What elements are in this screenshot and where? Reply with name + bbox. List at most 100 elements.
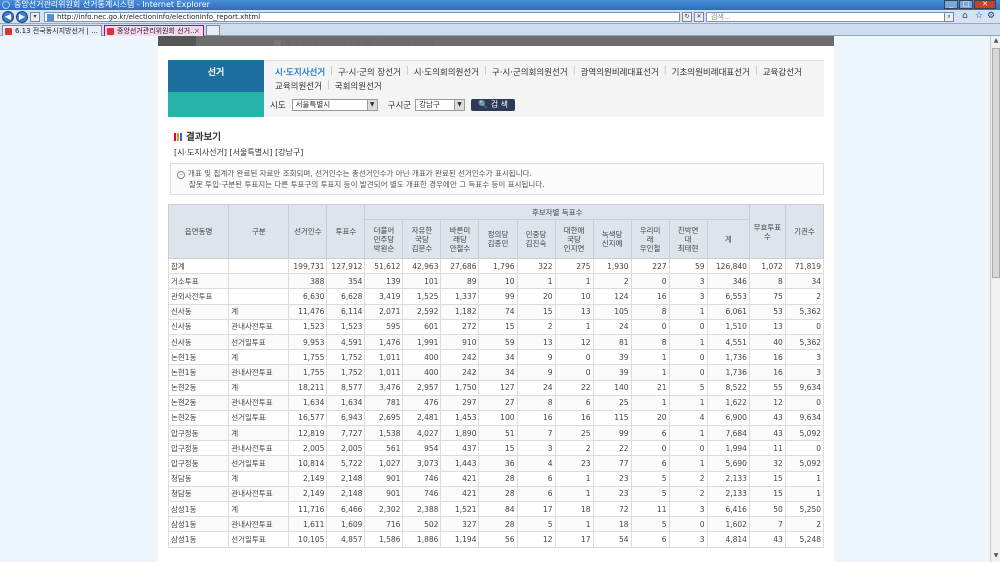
close-icon[interactable]: ✕ (974, 0, 996, 9)
cell-value: 39 (592, 364, 632, 381)
cell-value: 3 (668, 500, 708, 518)
cell-value: 140 (592, 379, 632, 396)
cell-value: 1,453 (440, 409, 480, 427)
th-electors: 선거인수 (288, 204, 328, 259)
maximize-icon[interactable]: □ (959, 0, 973, 9)
result-table-wrapper: 읍면동명 구분 선거인수 투표수 후보자별 득표수 무효투표수 기권수 더불어 민… (167, 204, 825, 548)
sido-select[interactable]: 서울특별시 ▼ (291, 99, 378, 111)
cell-value: 23 (592, 485, 632, 503)
forward-icon[interactable]: ▶ (16, 11, 28, 23)
cell-value: 8,522 (706, 379, 750, 396)
cell-value: 105 (592, 303, 632, 320)
gu-select[interactable]: 강남구 ▼ (415, 99, 466, 111)
cell-value: 5 (630, 470, 670, 487)
cell-value: 3,073 (402, 455, 442, 472)
cell-value: 2 (592, 273, 632, 290)
cell-value: 55 (748, 379, 786, 396)
cell-value: 81 (592, 333, 632, 351)
cell-value: 400 (402, 349, 442, 366)
cell-value: 17 (554, 531, 594, 548)
cell-gubun: 계 (228, 379, 290, 396)
menu-sido-council[interactable]: 시·도의회의원선거 (409, 66, 484, 78)
cell-value: 421 (440, 485, 480, 503)
cell-value: 11,476 (288, 303, 328, 320)
stop-icon[interactable]: ✕ (694, 12, 704, 22)
tools-icon[interactable]: ⚙ (987, 11, 995, 21)
cell-value: 1,523 (288, 318, 328, 335)
menu-metro-proportional[interactable]: 광역의원비례대표선거 (576, 66, 664, 78)
cell-value: 1,930 (592, 257, 632, 275)
search-icon[interactable]: ⌕ (944, 12, 954, 22)
cell-value: 56 (478, 531, 518, 548)
cell-value: 1,443 (440, 455, 480, 472)
cell-value: 910 (440, 333, 480, 351)
menu-local-proportional[interactable]: 기초의원비례대표선거 (667, 66, 755, 78)
dropdown-icon[interactable]: ▾ (30, 12, 40, 22)
cell-value: 13 (554, 303, 594, 320)
th-candidate-line: 우리미 (639, 225, 661, 235)
tab-nec[interactable]: 중앙선거관리위원회 선거... × (104, 25, 204, 36)
cell-dong: 관외사전투표 (167, 288, 230, 305)
cell-value: 199,731 (288, 257, 328, 275)
url-input[interactable]: http://info.nec.go.kr/electioninfo/elect… (44, 12, 680, 22)
cell-value: 6,061 (706, 303, 750, 320)
cell-value: 101 (402, 273, 442, 290)
cell-value: 0 (784, 440, 825, 457)
cell-value: 0 (630, 440, 670, 457)
home-icon[interactable]: ⌂ (962, 11, 968, 21)
cell-value: 51,612 (364, 257, 404, 275)
cell-value: 2,388 (402, 500, 442, 518)
menu-superintendent[interactable]: 교육감선거 (758, 66, 807, 78)
page-content: 제7회 전국동시지방선거 > 투·개표 > 개표단위별 개표결과 선거 시·도지… (158, 36, 834, 562)
cell-value: 11 (630, 500, 670, 518)
cell-dong: 청담동 (167, 470, 230, 487)
cell-value: 124 (592, 288, 632, 305)
scrollbar-thumb[interactable] (992, 48, 1000, 278)
cell-gubun: 선거일투표 (228, 333, 290, 351)
home-icon[interactable] (274, 39, 281, 46)
cell-value: 1,027 (364, 455, 404, 472)
cell-value: 17 (516, 500, 556, 518)
cell-gubun: 선거일투표 (228, 409, 290, 427)
cell-dong: 삼성1동 (167, 531, 230, 548)
minimize-icon[interactable]: _ (944, 0, 958, 9)
cell-value: 6,114 (326, 303, 366, 320)
menu-row-1: 시·도지사선거 | 구·시·군의 장선거 | 시·도의회의원선거 | 구·시·군의회의… (270, 66, 807, 78)
table-row: 삼성1동 선거일투표 10,105 4,857 1,586 1,886 1,194 56 12 1… (167, 531, 825, 548)
cell-value: 561 (364, 440, 404, 457)
menu-sido-governor[interactable]: 시·도지사선거 (270, 66, 330, 78)
cell-value: 3 (668, 273, 708, 290)
refresh-icon[interactable]: ↻ (682, 12, 692, 22)
cell-value: 21 (630, 379, 670, 396)
cell-value: 27,686 (440, 257, 480, 275)
search-input[interactable]: 검색... (706, 12, 954, 22)
cell-value: 5 (516, 516, 556, 533)
tab-election[interactable]: 6.13 전국동시지방선거 | ... (2, 25, 102, 36)
left-nav: 선거 (168, 60, 264, 117)
scroll-up-icon[interactable]: ▲ (992, 37, 1000, 46)
cell-value: 16 (516, 409, 556, 427)
search-button[interactable]: 🔍 검 색 (471, 99, 516, 111)
cell-value: 1,609 (326, 516, 366, 533)
cell-gubun (228, 288, 290, 305)
tab-close-icon[interactable]: × (194, 26, 200, 36)
scrollbar[interactable]: ▲ ▼ (990, 36, 1000, 562)
favorites-icon[interactable]: ☆ (975, 11, 983, 21)
menu-national-assembly[interactable]: 국회의원선거 (330, 80, 387, 92)
election-menu: 시·도지사선거 | 구·시·군의 장선거 | 시·도의회의원선거 | 구·시·군의회의… (264, 60, 824, 117)
menu-gu-council[interactable]: 구·시·군의회의원선거 (487, 66, 573, 78)
new-tab-button[interactable] (206, 25, 220, 36)
menu-education-council[interactable]: 교육의원선거 (270, 80, 327, 92)
th-dong: 읍면동명 (167, 204, 230, 259)
tab-label: 중앙선거관리위원회 선거... (117, 27, 197, 35)
th-candidate-line: 정의당 (487, 230, 509, 239)
cell-value: 13 (516, 333, 556, 351)
cell-dong: 압구정동 (167, 440, 230, 457)
cell-value: 12 (516, 531, 556, 548)
back-icon[interactable]: ◀ (2, 11, 14, 23)
scroll-down-icon[interactable]: ▼ (992, 552, 1000, 561)
th-candidate-line: 국당 (567, 234, 581, 244)
gu-label: 구시군 (387, 101, 412, 111)
table-row: 신사동 계 11,476 6,114 2,071 2,592 1,182 74 15 13 105 8… (167, 303, 825, 320)
menu-gu-head[interactable]: 구·시·군의 장선거 (333, 66, 406, 78)
